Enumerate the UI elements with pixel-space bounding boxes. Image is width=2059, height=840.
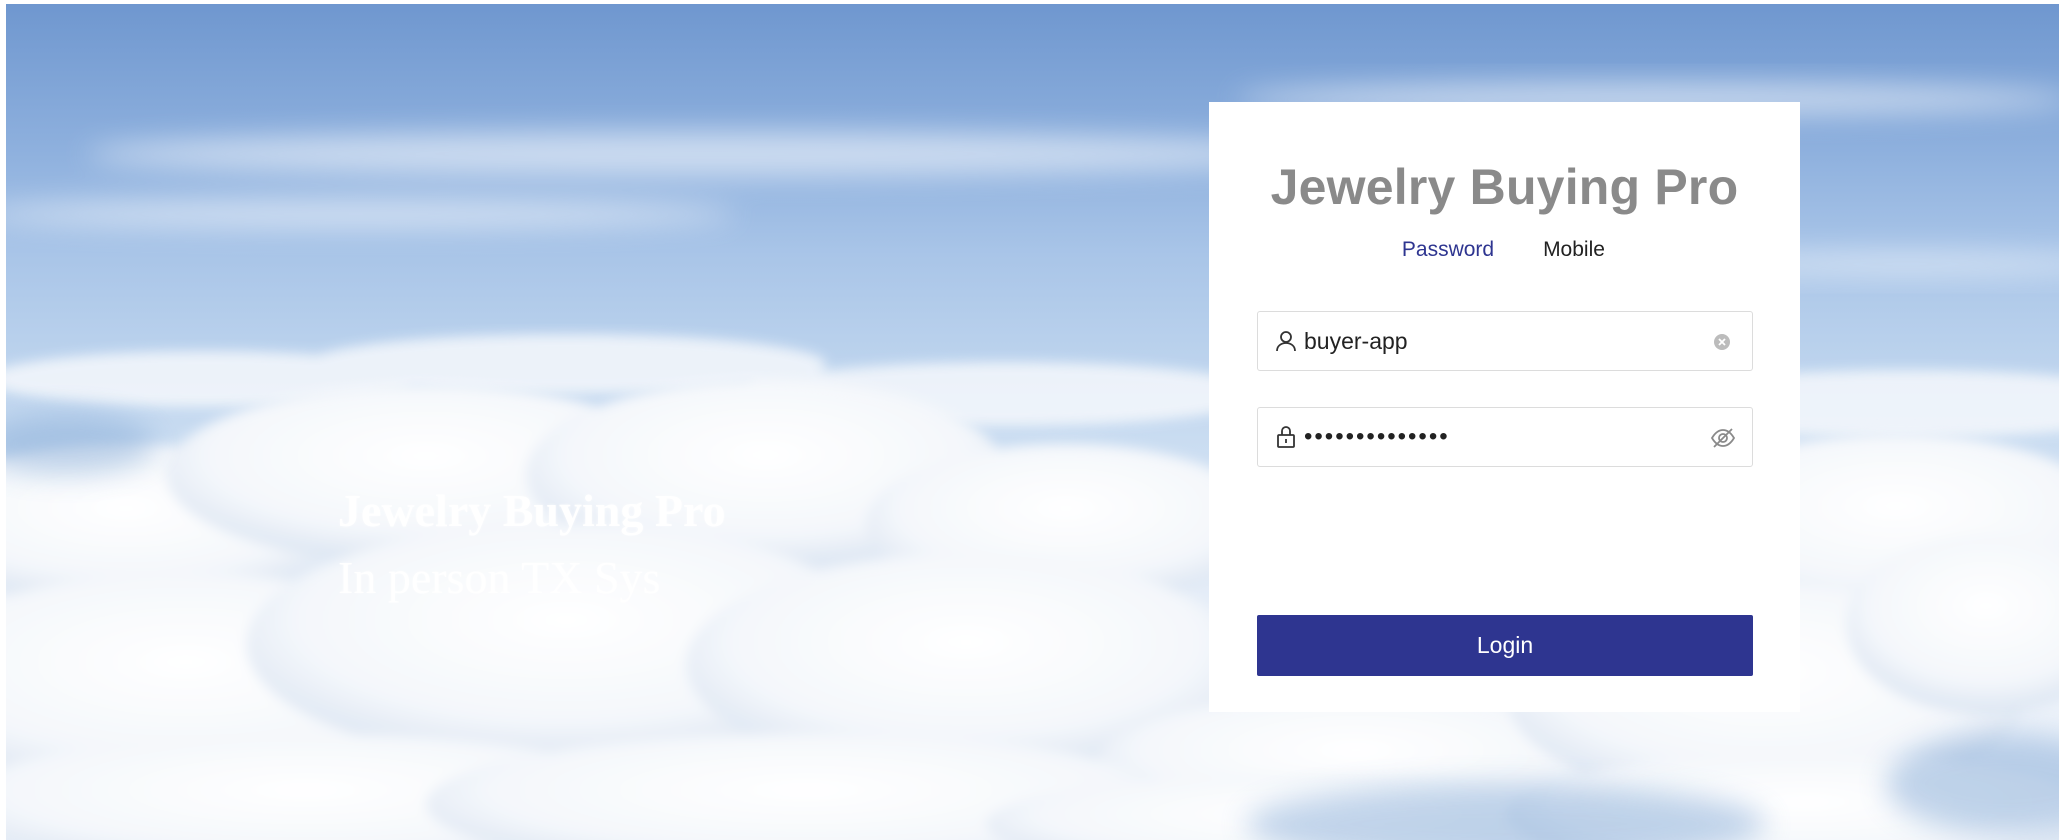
password-input[interactable] [1304,418,1694,456]
username-field[interactable] [1257,311,1753,371]
username-input[interactable] [1304,322,1694,360]
lock-icon [1274,425,1298,449]
hero-text: Jewelry Buying Pro In person TX Sys [338,480,726,614]
password-field[interactable] [1257,407,1753,467]
hero-subtitle: In person TX Sys [338,552,661,603]
clear-icon[interactable] [1710,330,1736,356]
login-card: Jewelry Buying Pro Password Mobile buyer… [1209,102,1800,712]
tab-mobile[interactable]: Mobile [1539,238,1609,288]
login-button[interactable]: Login [1257,615,1753,676]
tab-password[interactable]: Password [1400,238,1496,288]
login-title: Jewelry Buying Pro [1270,159,1739,215]
login-tabs: Password Mobile [1209,238,1800,423]
eye-slash-icon[interactable] [1710,425,1736,451]
user-icon [1274,329,1298,353]
hero-title: Jewelry Buying Pro [338,485,726,536]
